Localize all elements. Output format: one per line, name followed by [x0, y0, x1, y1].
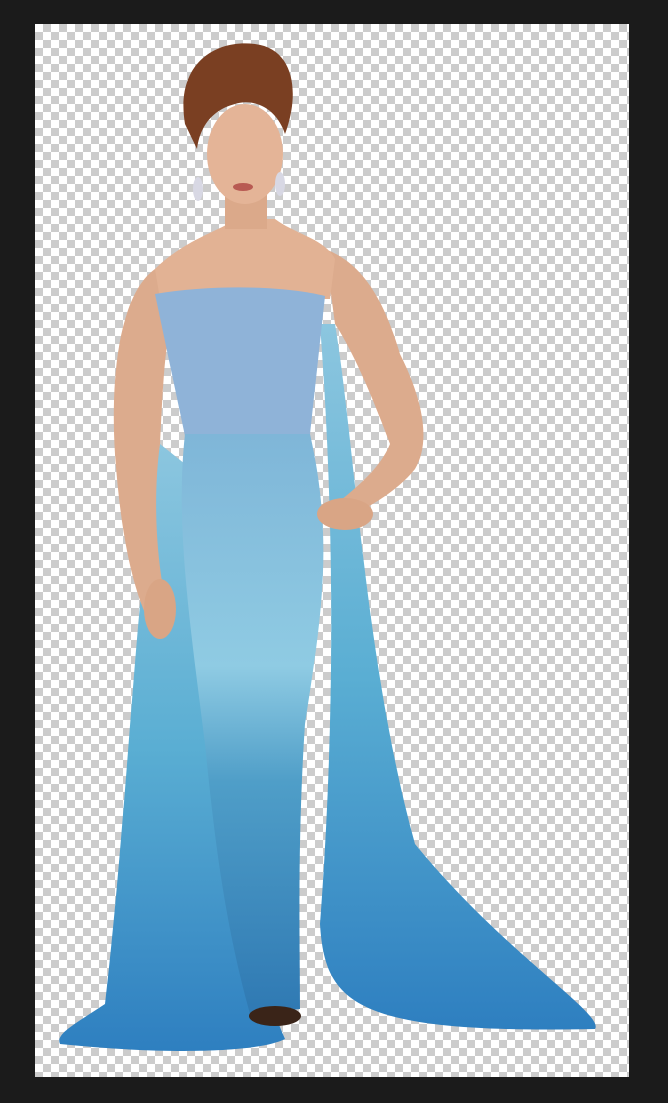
transparent-canvas [35, 24, 629, 1077]
woman-in-blue-gown-image [59, 43, 596, 1051]
bodice [155, 287, 325, 436]
left-hand [144, 579, 176, 639]
shoulders [155, 219, 335, 299]
right-drape [320, 324, 596, 1030]
right-hand [317, 498, 373, 530]
